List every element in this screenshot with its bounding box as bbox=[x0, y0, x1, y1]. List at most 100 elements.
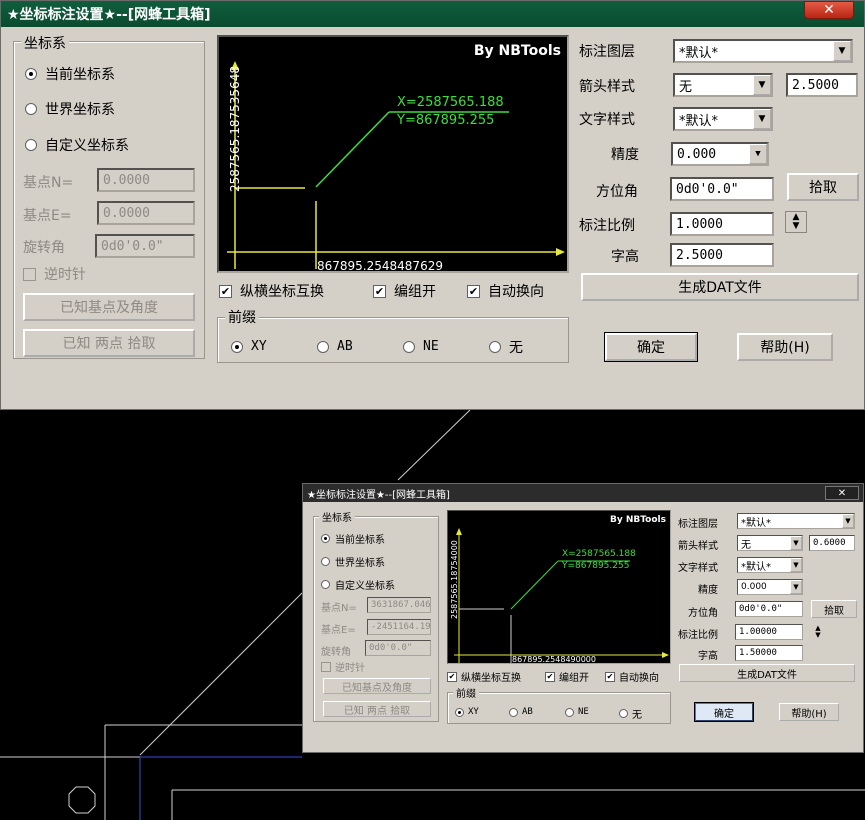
chevron-down-icon[interactable]: ▼ bbox=[842, 514, 854, 528]
cad-diagonal-line bbox=[139, 592, 303, 756]
azimuth-label: 方位角 bbox=[688, 608, 718, 619]
arrow-style-select[interactable]: 无 ▼ bbox=[673, 73, 773, 97]
arrow-size-input[interactable]: 0.6000 bbox=[809, 535, 855, 551]
radio-world-coord[interactable]: 世界坐标系 bbox=[25, 99, 115, 119]
base-e-input[interactable]: -2451164.190 bbox=[367, 619, 431, 635]
preview-y-label: Y=867895.255 bbox=[397, 113, 495, 128]
coordinate-annotation-dialog: ★坐标标注设置★--[网蜂工具箱] ✕ 坐标系 当前坐标系 世界坐标系 自定义坐… bbox=[0, 0, 865, 410]
dialog-title: ★坐标标注设置★--[网蜂工具箱] bbox=[307, 489, 450, 501]
prefix-none-radio[interactable]: 无 bbox=[619, 706, 642, 721]
radio-label: 自定义坐标系 bbox=[335, 581, 395, 592]
radio-button-icon bbox=[619, 709, 628, 718]
spin-down-icon[interactable]: ▼ bbox=[793, 222, 800, 231]
radio-label: 当前坐标系 bbox=[45, 67, 115, 83]
radio-world-coord[interactable]: 世界坐标系 bbox=[321, 554, 385, 569]
checkbox-label: 纵横坐标互换 bbox=[240, 284, 324, 300]
prefix-none-radio[interactable]: 无 bbox=[489, 337, 523, 357]
chevron-down-icon[interactable]: ▼ bbox=[833, 41, 851, 61]
text-style-select[interactable]: *默认* ▼ bbox=[673, 107, 773, 131]
radio-label: XY bbox=[251, 339, 267, 354]
radio-button-icon bbox=[231, 340, 243, 353]
radio-custom-coord[interactable]: 自定义坐标系 bbox=[321, 577, 395, 592]
scale-input[interactable]: 1.00000 bbox=[735, 624, 803, 640]
horizontal-axis-arrow bbox=[662, 652, 669, 658]
prefix-xy-radio[interactable]: XY bbox=[455, 707, 479, 717]
layer-select[interactable]: *默认* ▼ bbox=[673, 39, 853, 63]
radio-button-icon bbox=[403, 340, 415, 353]
rotation-input[interactable]: 0d0'0.0" bbox=[95, 234, 195, 258]
radio-button-icon bbox=[489, 341, 501, 353]
preview-x-label: X=2587565.188 bbox=[562, 549, 636, 559]
base-n-input[interactable]: 0.0000 bbox=[97, 168, 195, 192]
close-button[interactable]: ✕ bbox=[804, 1, 854, 19]
auto-direction-checkbox[interactable]: ✔ 自动换向 bbox=[605, 669, 659, 684]
spin-down-icon[interactable]: ▼ bbox=[815, 632, 820, 639]
scale-spinner[interactable]: ▲ ▼ bbox=[811, 625, 825, 639]
title-bar[interactable]: ★坐标标注设置★--[网蜂工具箱] bbox=[1, 1, 864, 27]
text-style-select[interactable]: *默认* ▼ bbox=[737, 557, 803, 573]
precision-select[interactable]: 0.000 ▼ bbox=[737, 579, 803, 595]
azimuth-input[interactable]: 0d0'0.0" bbox=[735, 601, 803, 617]
prefix-ab-radio[interactable]: AB bbox=[509, 707, 533, 717]
swap-xy-checkbox[interactable]: ✔ 纵横坐标互换 bbox=[447, 669, 521, 684]
help-button[interactable]: 帮助(H) bbox=[779, 703, 839, 721]
precision-label: 精度 bbox=[611, 147, 639, 163]
known-base-angle-button[interactable]: 已知基点及角度 bbox=[23, 293, 195, 321]
chevron-down-icon[interactable]: ▼ bbox=[790, 580, 802, 594]
known-base-angle-button[interactable]: 已知基点及角度 bbox=[323, 678, 431, 694]
close-button[interactable]: ✕ bbox=[825, 486, 859, 500]
ok-button[interactable]: 确定 bbox=[694, 702, 754, 722]
two-points-pick-button[interactable]: 已知 两点 拾取 bbox=[23, 329, 195, 357]
pick-button[interactable]: 拾取 bbox=[787, 173, 859, 201]
text-height-input[interactable]: 1.50000 bbox=[735, 645, 803, 661]
close-icon: ✕ bbox=[837, 487, 847, 499]
scale-input[interactable]: 1.0000 bbox=[670, 212, 774, 236]
counterclockwise-checkbox[interactable]: 逆时针 bbox=[23, 264, 86, 284]
scale-spinner[interactable]: ▲ ▼ bbox=[785, 211, 807, 233]
title-bar[interactable]: ★坐标标注设置★--[网蜂工具箱] bbox=[303, 484, 863, 502]
prefix-ab-radio[interactable]: AB bbox=[317, 339, 353, 354]
chevron-down-icon[interactable]: ▼ bbox=[749, 144, 767, 164]
ok-button[interactable]: 确定 bbox=[604, 332, 698, 362]
chevron-down-icon[interactable]: ▼ bbox=[753, 109, 771, 129]
text-height-input[interactable]: 2.5000 bbox=[670, 243, 774, 267]
pick-button[interactable]: 拾取 bbox=[811, 600, 857, 618]
radio-custom-coord[interactable]: 自定义坐标系 bbox=[25, 135, 129, 155]
leader-line bbox=[315, 111, 390, 188]
arrow-size-input[interactable]: 2.5000 bbox=[786, 73, 858, 97]
base-n-input[interactable]: 3631867.0469 bbox=[367, 597, 431, 613]
prefix-ne-radio[interactable]: NE bbox=[403, 339, 439, 354]
checkbox-label: 逆时针 bbox=[335, 663, 365, 674]
text-height-label: 字高 bbox=[611, 249, 639, 265]
group-on-checkbox[interactable]: ✔ 编组开 bbox=[545, 669, 589, 684]
chevron-down-icon[interactable]: ▼ bbox=[790, 558, 802, 572]
azimuth-input[interactable]: 0d0'0.0" bbox=[670, 177, 774, 201]
checkbox-icon: ✔ bbox=[447, 671, 457, 682]
group-on-checkbox[interactable]: ✔ 编组开 bbox=[373, 281, 436, 301]
layer-select[interactable]: *默认* ▼ bbox=[737, 513, 855, 529]
checkbox-icon: ✔ bbox=[467, 284, 480, 298]
prefix-ne-radio[interactable]: NE bbox=[565, 707, 589, 717]
help-button[interactable]: 帮助(H) bbox=[737, 333, 833, 361]
auto-direction-checkbox[interactable]: ✔ 自动换向 bbox=[467, 281, 544, 301]
chevron-down-icon[interactable]: ▼ bbox=[753, 75, 771, 95]
rotation-label: 旋转角 bbox=[23, 240, 65, 256]
radio-current-coord[interactable]: 当前坐标系 bbox=[321, 531, 385, 546]
two-points-pick-button[interactable]: 已知 两点 拾取 bbox=[323, 701, 431, 717]
counterclockwise-checkbox[interactable]: 逆时针 bbox=[321, 659, 365, 674]
generate-dat-button[interactable]: 生成DAT文件 bbox=[679, 664, 855, 682]
swap-xy-checkbox[interactable]: ✔ 纵横坐标互换 bbox=[219, 281, 324, 301]
precision-select[interactable]: 0.000 ▼ bbox=[671, 142, 769, 166]
rotation-input[interactable]: 0d0'0.0" bbox=[365, 640, 431, 656]
base-e-input[interactable]: 0.0000 bbox=[97, 201, 195, 225]
radio-current-coord[interactable]: 当前坐标系 bbox=[25, 64, 115, 84]
arrow-style-select[interactable]: 无 ▼ bbox=[737, 535, 803, 551]
preview-horizontal-axis-value: 867895.2548490000 bbox=[512, 655, 596, 664]
chevron-down-icon[interactable]: ▼ bbox=[790, 536, 802, 550]
prefix-xy-radio[interactable]: XY bbox=[231, 339, 267, 354]
base-n-label: 基点N= bbox=[321, 603, 357, 614]
text-style-label: 文字样式 bbox=[579, 112, 635, 128]
dialog-title: ★坐标标注设置★--[网蜂工具箱] bbox=[7, 7, 211, 23]
base-e-label: 基点E= bbox=[321, 625, 356, 636]
generate-dat-button[interactable]: 生成DAT文件 bbox=[581, 273, 859, 301]
